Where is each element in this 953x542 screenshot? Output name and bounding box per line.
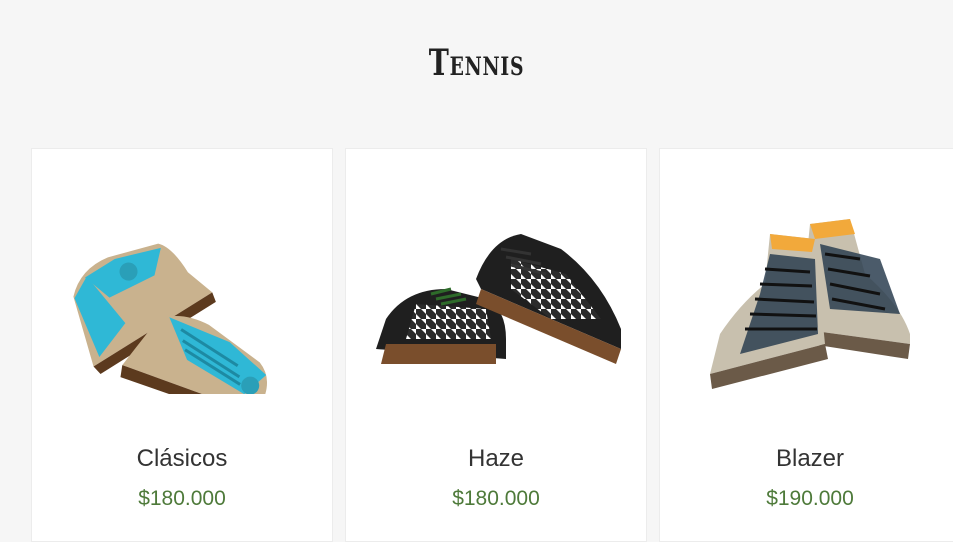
product-card[interactable]: Haze $180.000	[345, 148, 647, 542]
product-price: $180.000	[452, 487, 540, 510]
product-name[interactable]: Haze	[346, 445, 646, 473]
sneaker-illustration	[73, 243, 268, 394]
product-image-black[interactable]	[346, 149, 646, 439]
product-card[interactable]: Blazer $190.000	[659, 148, 953, 542]
sneaker-illustration	[376, 234, 621, 364]
product-price: $190.000	[766, 487, 854, 510]
product-card[interactable]: Clásicos $180.000	[31, 148, 333, 542]
product-name[interactable]: Blazer	[660, 445, 953, 473]
product-image-turquoise[interactable]	[32, 149, 332, 439]
product-grid: Clásicos $180.000 Haze $180.000 Blazer $…	[31, 148, 953, 542]
product-price: $180.000	[138, 487, 226, 510]
product-category-page: Tennis Clásicos $180.000 Haze $180.000 B…	[0, 0, 953, 542]
product-name[interactable]: Clásicos	[32, 445, 332, 473]
product-image-navy[interactable]	[660, 149, 953, 439]
sneaker-illustration	[710, 219, 910, 389]
category-title: Tennis	[428, 42, 525, 84]
